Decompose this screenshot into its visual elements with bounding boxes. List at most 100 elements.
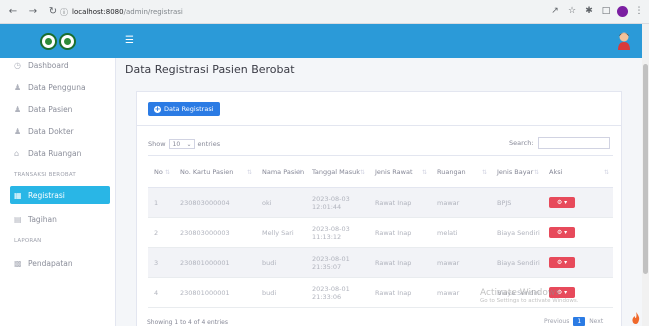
next-page-button[interactable]: Next [585, 317, 607, 326]
page-button-1[interactable]: 1 [573, 317, 586, 326]
sidebar-item-label: Tagihan [28, 214, 57, 224]
sidebar-item-label: Data Dokter [28, 126, 74, 136]
sidebar-item-data-ruangan[interactable]: ⌂ Data Ruangan [0, 142, 115, 164]
watermark-subtitle: Go to Settings to activate Windows. [480, 298, 579, 304]
topbar: ☰ [116, 24, 649, 58]
sort-icon: ⇅ [421, 169, 427, 176]
sort-icon: ⇅ [296, 169, 302, 176]
table-header-row: No ⇅ No. Kartu Pasien ⇅ Nama Pasien ⇅ Tangg… [148, 155, 613, 188]
table-info: Showing 1 to 4 of 4 entries [147, 319, 228, 326]
hamburger-menu-icon[interactable]: ☰ [125, 35, 134, 46]
registration-icon: ▦ [14, 190, 22, 200]
sidebar-item-tagihan[interactable]: ▤ Tagihan [0, 208, 115, 230]
reload-icon[interactable]: ↻ [46, 5, 60, 19]
chevron-down-icon: ⌄ [186, 140, 192, 148]
logo-emblem-right [59, 32, 76, 50]
sidebar-item-dashboard[interactable]: ◷ Dashboard [0, 54, 115, 76]
cell-no: 4 [148, 277, 174, 308]
cell-jenis-rawat: Rawat Inap [369, 277, 431, 308]
gear-icon: ⚙ [556, 259, 563, 266]
cell-no-kartu: 230803000004 [174, 187, 256, 218]
profile-avatar[interactable] [617, 5, 628, 17]
page-scrollbar[interactable] [642, 24, 649, 326]
caret-down-icon: ▾ [564, 229, 568, 236]
logo-emblem-left [40, 32, 57, 50]
show-label: Show [148, 140, 166, 148]
gear-icon: ⚙ [556, 229, 563, 236]
sidebar-item-label: Pendapatan [28, 258, 73, 268]
extensions-icon[interactable]: ✱ [583, 4, 595, 18]
sidebar: ◷ Dashboard ♟ Data Pengguna ♟ Data Pasie… [0, 24, 116, 326]
bar-chart-icon: ▩ [14, 258, 22, 268]
column-header-jenis-bayar[interactable]: Jenis Bayar ⇅ [491, 155, 543, 188]
entries-length-control: Show 10 ⌄ entries [148, 139, 220, 149]
site-info-icon[interactable]: ⓘ [60, 7, 68, 18]
sidebar-item-pendapatan[interactable]: ▩ Pendapatan [0, 252, 115, 274]
sort-icon: ⇅ [603, 169, 609, 176]
pagination: Previous 1 Next [540, 317, 607, 326]
entries-length-value: 10 [172, 140, 181, 148]
sidebar-item-label: Data Pengguna [28, 82, 86, 92]
column-header-tanggal[interactable]: Tanggal Masuk ⇅ [306, 155, 369, 188]
action-dropdown-button[interactable]: ⚙ ▾ [549, 227, 575, 238]
table-row: 3 230801000001 budi 2023-08-01 21:35:07 … [148, 247, 613, 278]
action-dropdown-button[interactable]: ⚙ ▾ [549, 257, 575, 268]
sort-icon: ⇅ [164, 169, 170, 176]
plus-icon: + [154, 104, 161, 113]
user-icon: ♟ [14, 82, 22, 92]
sidebar-item-data-pasien[interactable]: ♟ Data Pasien [0, 98, 115, 120]
table-search: Search: [509, 137, 610, 149]
sidebar-item-label: Dashboard [28, 60, 69, 70]
cell-tanggal: 2023-08-03 12:01:44 [306, 187, 369, 218]
sort-icon: ⇅ [246, 169, 252, 176]
scrollbar-thumb[interactable] [643, 64, 648, 274]
cell-ruangan: mawar [431, 247, 491, 278]
search-input[interactable] [537, 137, 610, 149]
side-panel-icon[interactable]: □ [600, 4, 612, 18]
user-icon: ♟ [14, 126, 22, 136]
cell-nama: budi [256, 247, 306, 278]
cell-jenis-bayar: BPJS [491, 187, 543, 218]
add-registrasi-button[interactable]: + Data Registrasi [148, 102, 220, 116]
column-header-jenis-rawat[interactable]: Jenis Rawat ⇅ [369, 155, 431, 188]
sidebar-item-registrasi[interactable]: ▦ Registrasi [10, 186, 110, 204]
action-dropdown-button[interactable]: ⚙ ▾ [549, 197, 575, 208]
table-row: 1 230803000004 oki 2023-08-03 12:01:44 R… [148, 187, 613, 218]
share-icon[interactable]: ↗ [549, 4, 561, 18]
column-header-nama[interactable]: Nama Pasien ⇅ [256, 155, 306, 188]
add-button-label: Data Registrasi [164, 105, 214, 113]
sidebar-item-data-dokter[interactable]: ♟ Data Dokter [0, 120, 115, 142]
entries-length-select[interactable]: 10 ⌄ [168, 139, 195, 149]
menu-kebab-icon[interactable]: ⋮ [633, 4, 645, 18]
user-icon: ♟ [14, 104, 22, 114]
previous-page-button[interactable]: Previous [540, 317, 573, 326]
cell-tanggal: 2023-08-01 21:35:07 [306, 247, 369, 278]
user-avatar[interactable] [617, 31, 631, 50]
card-divider [137, 125, 621, 126]
cell-nama: Melly Sari [256, 217, 306, 248]
sort-icon: ⇅ [481, 169, 487, 176]
forward-icon[interactable]: → [26, 5, 40, 19]
invoice-icon: ▤ [14, 214, 22, 224]
sort-icon: ⇅ [533, 169, 539, 176]
app-logo[interactable] [0, 24, 116, 58]
column-header-ruangan[interactable]: Ruangan ⇅ [431, 155, 491, 188]
sidebar-item-data-pengguna[interactable]: ♟ Data Pengguna [0, 76, 115, 98]
back-icon[interactable]: ← [6, 5, 20, 19]
page-title: Data Registrasi Pasien Berobat [125, 63, 295, 76]
address-bar[interactable]: ⓘ localhost:8080 /admin/registrasi [60, 4, 490, 20]
cell-nama: budi [256, 277, 306, 308]
column-header-aksi[interactable]: Aksi ⇅ [543, 155, 613, 188]
flame-icon[interactable] [631, 312, 641, 324]
bookmark-star-icon[interactable]: ☆ [566, 4, 578, 18]
entries-label: entries [197, 140, 221, 148]
dashboard-icon: ◷ [14, 60, 21, 70]
section-heading-laporan: LAPORAN [14, 238, 42, 244]
cell-no-kartu: 230801000001 [174, 247, 256, 278]
windows-activation-watermark: Activate Windows Go to Settings to activ… [480, 288, 579, 304]
cell-no-kartu: 230801000001 [174, 277, 256, 308]
column-header-no-kartu[interactable]: No. Kartu Pasien ⇅ [174, 155, 256, 188]
cell-ruangan: melati [431, 217, 491, 248]
cell-no: 1 [148, 187, 174, 218]
column-header-no[interactable]: No ⇅ [148, 155, 174, 188]
